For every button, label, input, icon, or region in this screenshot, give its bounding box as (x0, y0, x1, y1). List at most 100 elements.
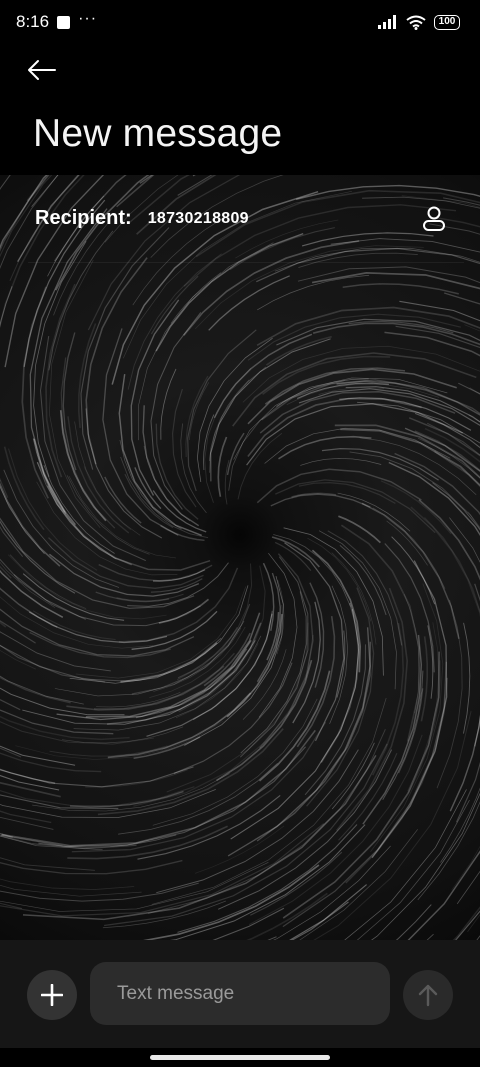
swirl-streak (338, 515, 381, 544)
swirl-streak (264, 427, 451, 464)
recipient-row[interactable]: Recipient: 18730218809 (28, 175, 464, 263)
status-time: 8:16 (16, 12, 50, 31)
swirl-streak (256, 306, 480, 347)
swirl-streak (256, 468, 422, 504)
swirl-streak (418, 499, 480, 581)
swirl-streak (80, 227, 170, 470)
swirl-streak (45, 283, 76, 478)
swirl-streak (0, 857, 95, 871)
swirl-streak (455, 910, 480, 940)
swirl-streak (331, 552, 377, 645)
swirl-streak (327, 530, 403, 646)
swirl-streak (118, 762, 278, 835)
swirl-streak (257, 274, 370, 311)
swirl-streak (39, 336, 147, 562)
add-attachment-button[interactable] (27, 970, 77, 1020)
swirl-streak (0, 835, 103, 851)
swirl-streak (0, 175, 11, 422)
swirl-streak (152, 698, 318, 826)
swirl-streak (474, 715, 480, 747)
swirl-streak (32, 610, 116, 641)
swirl-streak (0, 558, 87, 620)
swirl-streak (85, 612, 261, 718)
swirl-streak (246, 403, 463, 466)
battery-icon: 100 (434, 14, 460, 30)
page-title: New message (33, 112, 283, 155)
swirl-streak (237, 432, 283, 500)
screen: 8:16 ··· 100 New message Recipient: 1873… (0, 0, 480, 1067)
chat-wallpaper (0, 175, 480, 940)
home-indicator[interactable] (150, 1055, 330, 1060)
swirl-streak (180, 423, 207, 514)
swirl-streak (28, 611, 168, 644)
swirl-streak (187, 329, 257, 492)
select-contact-button[interactable] (418, 203, 450, 235)
swirl-streak (143, 864, 320, 940)
swirl-streak (273, 534, 351, 607)
send-button[interactable] (403, 970, 453, 1020)
recipient-label: Recipient: (35, 207, 132, 229)
notification-square-icon (57, 15, 71, 29)
swirl-streak (270, 493, 371, 508)
swirl-streak (226, 432, 245, 476)
more-notifications-icon: ··· (78, 10, 98, 27)
swirl-streak (342, 283, 459, 295)
swirl-streak (143, 445, 191, 522)
swirl-streak (67, 825, 228, 860)
navigation-bar (0, 1048, 480, 1067)
swirl-streak (85, 408, 163, 539)
swirl-streak (449, 714, 480, 812)
swirl-streak (386, 520, 428, 566)
person-icon (423, 206, 445, 231)
swirl-streak (239, 556, 309, 758)
swirl-streak (265, 839, 480, 941)
swirl-streak (67, 416, 130, 534)
status-bar: 8:16 ··· 100 (0, 0, 480, 44)
swirl-streak (300, 458, 382, 466)
swirl-streak (278, 435, 372, 460)
swirl-streak (463, 622, 471, 734)
swirl-streak (0, 565, 12, 579)
swirl-streak (138, 242, 274, 441)
recipient-number[interactable]: 18730218809 (148, 210, 249, 228)
swirl-streak (0, 477, 9, 498)
message-composer (0, 940, 480, 1048)
swirl-streak (49, 259, 101, 529)
swirl-streak (407, 622, 440, 792)
swirl-streak (0, 621, 7, 628)
swirl-streak (3, 446, 45, 531)
swirl-streak (372, 507, 446, 589)
swirl-streak (131, 610, 218, 650)
swirl-streak (391, 536, 436, 605)
swirl-streak (0, 608, 195, 657)
swirl-streak (344, 789, 467, 940)
message-input[interactable] (90, 962, 390, 1025)
swirl-streak (289, 884, 367, 940)
swirl-streak (349, 451, 480, 530)
swirl-pattern (0, 175, 480, 940)
back-button[interactable] (18, 50, 66, 90)
status-left: 8:16 ··· (16, 10, 98, 32)
swirl-streak (0, 752, 102, 773)
swirl-streak (0, 746, 307, 847)
swirl-streak (361, 802, 480, 940)
plus-icon (41, 984, 63, 1006)
swirl-streak (0, 768, 56, 784)
arrow-left-icon (28, 60, 56, 80)
swirl-streak (102, 328, 179, 536)
swirl-streak (334, 424, 480, 479)
swirl-streak (33, 240, 87, 477)
swirl-streak (388, 461, 480, 537)
swirl-streak (356, 799, 470, 940)
swirl-streak (158, 598, 210, 624)
swirl-streak (0, 175, 3, 443)
swirl-streak (0, 637, 222, 682)
swirl-streak (54, 620, 245, 697)
swirl-streak (0, 834, 137, 850)
swirl-streak (467, 511, 480, 528)
signal-icon (378, 15, 396, 29)
wifi-icon (406, 15, 426, 30)
status-right: 100 (378, 14, 460, 30)
arrow-up-icon (418, 984, 438, 1007)
swirl-streak (85, 769, 188, 788)
